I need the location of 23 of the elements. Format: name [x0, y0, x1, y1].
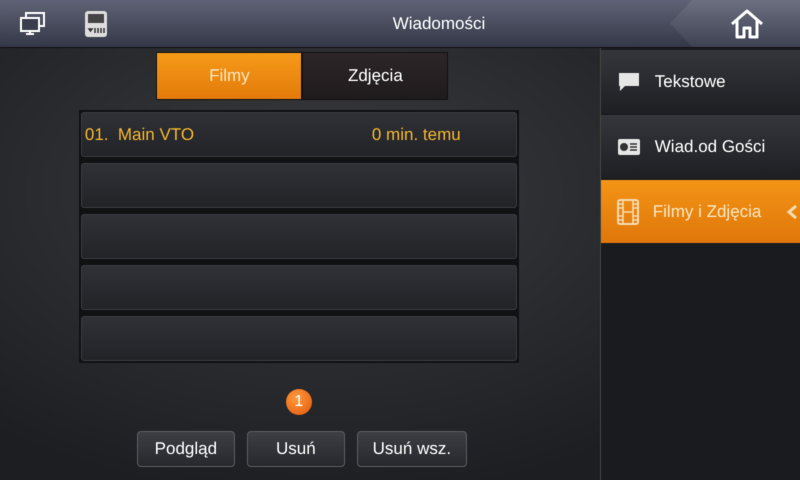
home-button[interactable]	[670, 0, 800, 47]
home-icon	[729, 8, 765, 40]
network-icon[interactable]	[18, 10, 48, 36]
list-row[interactable]	[80, 265, 517, 310]
sidebar-item[interactable]: Wiad.od Gości	[600, 115, 800, 178]
action-button[interactable]: Usuń	[246, 431, 345, 467]
sidebar-item[interactable]: Tekstowe	[600, 50, 800, 113]
sd-card-icon[interactable]	[84, 10, 108, 38]
action-button[interactable]: Podgląd	[136, 431, 235, 467]
list-row[interactable]: 01. Main VTO 0 min. temu	[80, 112, 517, 157]
speech-bubble-icon	[616, 70, 641, 92]
record-time: 0 min. temu	[372, 124, 462, 144]
tab[interactable]: Zdjęcia	[302, 52, 448, 100]
id-card-icon	[616, 138, 641, 156]
film-strip-icon	[616, 198, 639, 224]
list-row[interactable]	[80, 163, 517, 208]
record-number: 01.	[84, 124, 110, 144]
window-title: Wiadomości	[392, 14, 486, 34]
record-name: Main VTO	[118, 124, 196, 144]
action-button[interactable]: Usuń wsz.	[356, 431, 467, 467]
list-row[interactable]	[80, 316, 517, 361]
list-row[interactable]	[80, 214, 517, 259]
chevron-icon	[786, 204, 798, 220]
